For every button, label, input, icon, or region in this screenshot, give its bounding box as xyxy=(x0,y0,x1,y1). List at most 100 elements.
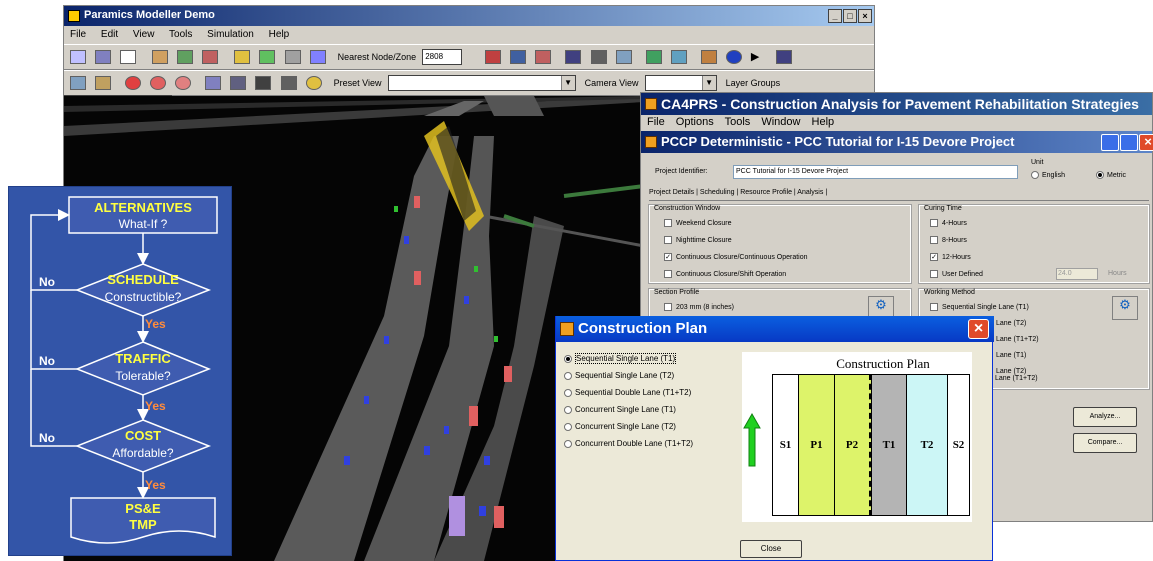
curing-12h-checkbox[interactable]: ✓ 12-Hours xyxy=(930,250,971,266)
preset-view-select[interactable] xyxy=(387,75,576,91)
step-traffic-title: TRAFFIC xyxy=(115,351,171,366)
plan-option-radio[interactable]: Sequential Single Lane (T2) xyxy=(564,367,693,384)
tool-icon[interactable] xyxy=(309,50,326,64)
tool-icon[interactable] xyxy=(645,50,662,64)
lane-t1: T1 xyxy=(871,374,907,516)
maximize-button[interactable]: □ xyxy=(843,9,857,23)
nighttime-closure-checkbox[interactable]: Nighttime Closure xyxy=(664,233,732,249)
close-button[interactable]: × xyxy=(1139,134,1153,151)
menu-file[interactable]: File xyxy=(647,116,665,128)
step-icon[interactable]: ▶ xyxy=(750,50,767,64)
continuous-operation-checkbox[interactable]: ✓ Continuous Closure/Continuous Operation xyxy=(664,250,808,266)
tab-project-details[interactable]: Project Details xyxy=(649,189,694,196)
menu-options[interactable]: Options xyxy=(676,116,714,128)
unit-metric-radio[interactable]: Metric xyxy=(1096,171,1126,179)
paramics-titlebar: Paramics Modeller Demo _ □ × xyxy=(64,6,874,26)
tool-icon[interactable] xyxy=(305,76,322,90)
vehicle xyxy=(449,496,465,536)
zoom-icon[interactable] xyxy=(175,76,192,90)
tool-icon[interactable] xyxy=(284,50,301,64)
tool-icon[interactable] xyxy=(230,76,247,90)
yes-label: Yes xyxy=(145,478,166,492)
tool-icon[interactable] xyxy=(615,50,632,64)
tool-icon[interactable] xyxy=(565,50,582,64)
menu-view[interactable]: View xyxy=(133,29,155,40)
tool-icon[interactable] xyxy=(590,50,607,64)
tool-icon[interactable] xyxy=(95,76,112,90)
menu-edit[interactable]: Edit xyxy=(101,29,118,40)
tool-icon[interactable] xyxy=(234,50,251,64)
curing-time-group: Curing Time 4-Hours 8-Hours ✓ 12-Hours Us… xyxy=(918,204,1150,284)
ca4prs-titlebar: CA4PRS - Construction Analysis for Pavem… xyxy=(641,93,1152,115)
tool-icon[interactable] xyxy=(535,50,552,64)
plan-option-radio[interactable]: Sequential Single Lane (T1) xyxy=(564,350,693,367)
tool-icon[interactable] xyxy=(259,50,276,64)
curing-user-defined-checkbox[interactable]: User Defined xyxy=(930,267,983,283)
camera-view-label: Camera View xyxy=(584,78,639,88)
tab-analysis[interactable]: Analysis xyxy=(797,189,823,196)
curing-4h-checkbox[interactable]: 4-Hours xyxy=(930,216,967,232)
menu-tools[interactable]: Tools xyxy=(725,116,751,128)
working-method-option[interactable]: Lane (T1) xyxy=(996,348,1026,364)
close-button[interactable]: × xyxy=(858,9,872,23)
minimize-button[interactable]: _ xyxy=(828,9,842,23)
tab-strip: Project Details | Scheduling | Resource … xyxy=(649,189,1149,201)
menu-file[interactable]: File xyxy=(70,29,86,40)
maximize-button[interactable] xyxy=(1120,134,1138,151)
menu-tools[interactable]: Tools xyxy=(169,29,192,40)
tool-icon[interactable] xyxy=(700,50,717,64)
user-defined-hours-input[interactable]: 24.0 xyxy=(1056,268,1098,280)
pccp-titlebar: PCCP Deterministic - PCC Tutorial for I-… xyxy=(641,131,1153,153)
new-icon[interactable] xyxy=(120,50,137,64)
project-identifier-input[interactable]: PCC Tutorial for I-15 Devore Project xyxy=(733,165,1018,179)
tool-icon[interactable] xyxy=(280,76,297,90)
save-icon[interactable] xyxy=(95,50,112,64)
working-method-option[interactable]: Lane (T1+T2) xyxy=(995,371,1038,387)
working-method-help-icon[interactable]: ⚙ xyxy=(1112,296,1138,320)
working-method-option[interactable]: Sequential Single Lane (T1) xyxy=(930,300,1029,316)
close-icon[interactable]: × xyxy=(968,319,989,339)
menu-simulation[interactable]: Simulation xyxy=(207,29,254,40)
tool-icon[interactable] xyxy=(70,76,86,90)
play-icon[interactable] xyxy=(725,50,742,64)
plan-option-radio[interactable]: Concurrent Single Lane (T1) xyxy=(564,401,693,418)
compare-button[interactable]: Compare... xyxy=(1073,433,1137,453)
tool-icon[interactable] xyxy=(205,76,222,90)
tab-resource-profile[interactable]: Resource Profile xyxy=(740,189,792,196)
tab-scheduling[interactable]: Scheduling xyxy=(700,189,735,196)
zoom-icon[interactable] xyxy=(150,76,167,90)
pause-icon[interactable] xyxy=(775,50,792,64)
minimize-button[interactable] xyxy=(1101,134,1119,151)
tool-icon[interactable] xyxy=(510,50,527,64)
plan-option-radio[interactable]: Concurrent Double Lane (T1+T2) xyxy=(564,435,693,452)
camera-view-select[interactable] xyxy=(644,75,717,91)
menu-help[interactable]: Help xyxy=(812,116,835,128)
step-pse-title: PS&E xyxy=(125,501,161,516)
zoom-icon[interactable] xyxy=(125,76,142,90)
close-button[interactable]: Close xyxy=(740,540,802,558)
analyze-button[interactable]: Analyze... xyxy=(1073,407,1137,427)
working-method-option[interactable]: Lane (T1+T2) xyxy=(996,332,1039,348)
curing-8h-checkbox[interactable]: 8-Hours xyxy=(930,233,967,249)
unit-english-radio[interactable]: English xyxy=(1031,171,1065,179)
no-label: No xyxy=(39,431,55,445)
tool-icon[interactable] xyxy=(255,76,272,90)
tool-icon[interactable] xyxy=(152,50,169,64)
plan-option-radio[interactable]: Sequential Double Lane (T1+T2) xyxy=(564,384,693,401)
open-icon[interactable] xyxy=(70,50,86,64)
tool-icon[interactable] xyxy=(177,50,194,64)
paramics-title: Paramics Modeller Demo xyxy=(84,9,215,21)
tool-icon[interactable] xyxy=(202,50,219,64)
section-203mm-checkbox[interactable]: 203 mm (8 inches) xyxy=(664,300,734,316)
unit-label: Unit xyxy=(1031,159,1044,166)
tool-icon[interactable] xyxy=(485,50,502,64)
plan-option-radio[interactable]: Concurrent Single Lane (T2) xyxy=(564,418,693,435)
shift-operation-checkbox[interactable]: Continuous Closure/Shift Operation xyxy=(664,267,786,283)
step-alternatives-title: ALTERNATIVES xyxy=(94,200,192,215)
nearest-node-input[interactable]: 2808 xyxy=(422,49,463,65)
weekend-closure-checkbox[interactable]: Weekend Closure xyxy=(664,216,732,232)
tool-icon[interactable] xyxy=(670,50,687,64)
menu-help[interactable]: Help xyxy=(269,29,290,40)
menu-window[interactable]: Window xyxy=(761,116,800,128)
working-method-option[interactable]: Lane (T2) xyxy=(996,316,1026,332)
